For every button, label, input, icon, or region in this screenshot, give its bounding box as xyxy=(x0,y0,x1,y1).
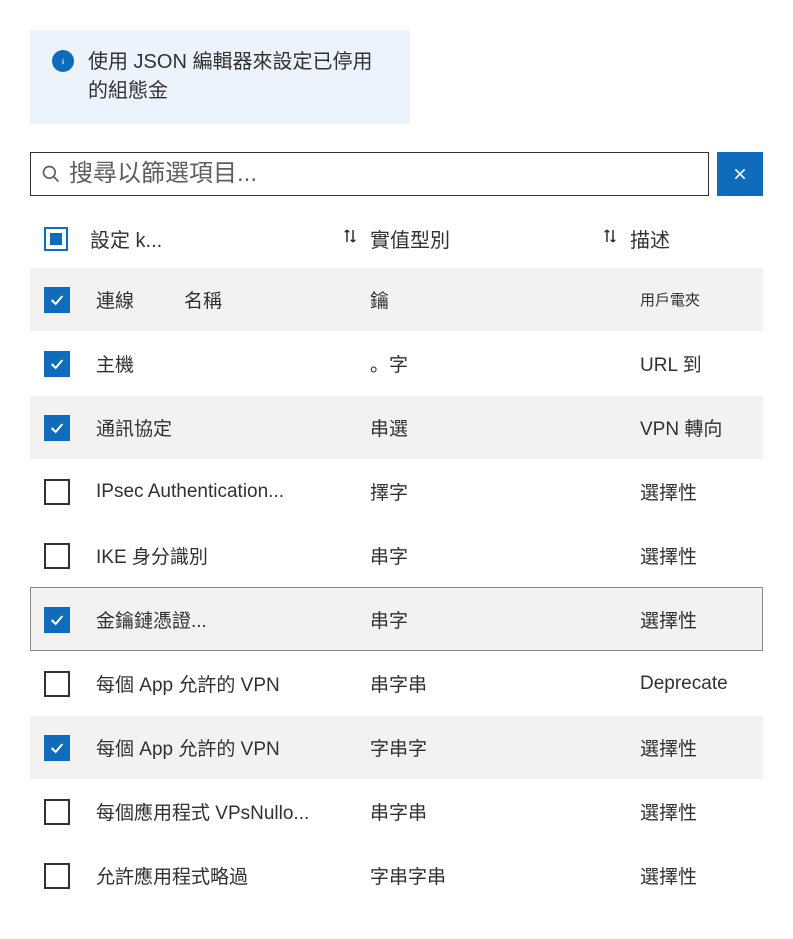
header-type-label: 實值型別 xyxy=(370,224,450,253)
row-checkbox[interactable] xyxy=(44,351,70,377)
table-row[interactable]: 每個 App 允許的 VPN 字串字選擇性 xyxy=(30,715,763,779)
table-row[interactable]: 每個 App 允許的 VPN 串字串Deprecate xyxy=(30,651,763,715)
checkbox-cell xyxy=(30,735,90,761)
info-banner-text: 使用 JSON 編輯器來設定已停用的組態金 xyxy=(88,48,388,106)
search-row xyxy=(30,152,763,196)
table-row[interactable]: IKE 身分識別 串字選擇性 xyxy=(30,523,763,587)
setting-name: 主機 xyxy=(96,350,134,377)
sort-icon xyxy=(341,227,359,250)
desc-cell: URL 到 xyxy=(640,350,763,377)
checkbox-cell xyxy=(30,863,90,889)
setting-name: 金鑰鏈憑證... xyxy=(96,606,207,633)
type-cell: 鑰 xyxy=(370,286,640,313)
info-icon xyxy=(52,50,74,72)
desc-cell: 選擇性 xyxy=(640,606,763,633)
checkbox-cell xyxy=(30,607,90,633)
header-type[interactable]: 實值型別 xyxy=(370,224,590,253)
desc-cell: 用戶電夾 xyxy=(640,289,763,310)
setting-cell: 連線 名稱 xyxy=(90,286,370,313)
table-row[interactable]: 每個應用程式 VPsNullo... 串字串選擇性 xyxy=(30,779,763,843)
setting-cell: 金鑰鏈憑證... xyxy=(90,606,370,633)
row-checkbox[interactable] xyxy=(44,287,70,313)
table-row[interactable]: 主機 。字URL 到 xyxy=(30,331,763,395)
setting-cell: 通訊協定 xyxy=(90,414,370,441)
desc-cell: VPN 轉向 xyxy=(640,414,763,441)
type-cell: 。字 xyxy=(370,350,640,377)
header-desc[interactable]: 描述 xyxy=(630,224,763,253)
desc-cell: 選擇性 xyxy=(640,734,763,761)
desc-cell: Deprecate xyxy=(640,673,763,695)
row-checkbox[interactable] xyxy=(44,735,70,761)
setting-cell: 每個 App 允許的 VPN xyxy=(90,734,370,761)
header-setting[interactable]: 設定 k... xyxy=(90,224,330,253)
header-checkbox-cell xyxy=(30,227,90,251)
select-all-checkbox[interactable] xyxy=(44,227,68,251)
row-checkbox[interactable] xyxy=(44,799,70,825)
setting-name: 通訊協定 xyxy=(96,414,172,441)
row-checkbox[interactable] xyxy=(44,863,70,889)
desc-cell: 選擇性 xyxy=(640,478,763,505)
setting-cell: 主機 xyxy=(90,350,370,377)
checkbox-cell xyxy=(30,479,90,505)
table-row[interactable]: 允許應用程式略過 字串字串選擇性 xyxy=(30,843,763,907)
search-input[interactable] xyxy=(69,160,698,188)
clear-search-button[interactable] xyxy=(717,152,763,196)
setting-cell: IKE 身分識別 xyxy=(90,542,370,569)
search-icon xyxy=(41,164,61,184)
row-checkbox[interactable] xyxy=(44,671,70,697)
table-row[interactable]: 金鑰鏈憑證... 串字選擇性 xyxy=(30,587,763,651)
setting-extra: 名稱 xyxy=(184,286,222,313)
row-checkbox[interactable] xyxy=(44,607,70,633)
header-desc-label: 描述 xyxy=(630,224,670,253)
checkbox-cell xyxy=(30,543,90,569)
checkbox-cell xyxy=(30,671,90,697)
setting-name: 每個 App 允許的 VPN xyxy=(96,670,280,697)
setting-name: 每個應用程式 VPsNullo... xyxy=(96,798,309,825)
setting-cell: 每個應用程式 VPsNullo... xyxy=(90,798,370,825)
setting-cell: IPsec Authentication... xyxy=(90,481,370,503)
setting-name: 連線 xyxy=(96,286,134,313)
type-cell: 串字 xyxy=(370,606,640,633)
type-cell: 串字串 xyxy=(370,670,640,697)
type-cell: 字串字串 xyxy=(370,862,640,889)
type-cell: 擇字 xyxy=(370,478,640,505)
checkbox-cell xyxy=(30,799,90,825)
row-checkbox[interactable] xyxy=(44,415,70,441)
type-cell: 串字 xyxy=(370,542,640,569)
type-cell: 字串字 xyxy=(370,734,640,761)
table-body: 連線 名稱 鑰用戶電夾主機 。字URL 到通訊協定 串選VPN 轉向 IPsec Auth… xyxy=(30,267,763,907)
sort-setting[interactable] xyxy=(330,227,370,250)
row-checkbox[interactable] xyxy=(44,479,70,505)
table-header: 設定 k... 實值型別 描述 xyxy=(30,210,763,267)
type-cell: 串選 xyxy=(370,414,640,441)
checkbox-cell xyxy=(30,351,90,377)
desc-cell: 選擇性 xyxy=(640,798,763,825)
sort-type[interactable] xyxy=(590,227,630,250)
checkbox-cell xyxy=(30,287,90,313)
table-row[interactable]: IPsec Authentication... 擇字選擇性 xyxy=(30,459,763,523)
desc-cell: 選擇性 xyxy=(640,542,763,569)
setting-name: 每個 App 允許的 VPN xyxy=(96,734,280,761)
row-checkbox[interactable] xyxy=(44,543,70,569)
setting-name: IPsec Authentication... xyxy=(96,481,284,503)
sort-icon xyxy=(601,227,619,250)
info-banner: 使用 JSON 編輯器來設定已停用的組態金 xyxy=(30,30,410,124)
desc-cell: 選擇性 xyxy=(640,862,763,889)
setting-name: IKE 身分識別 xyxy=(96,542,208,569)
setting-cell: 允許應用程式略過 xyxy=(90,862,370,889)
type-cell: 串字串 xyxy=(370,798,640,825)
header-setting-label: 設定 k... xyxy=(90,224,162,253)
checkbox-cell xyxy=(30,415,90,441)
setting-name: 允許應用程式略過 xyxy=(96,862,248,889)
search-box[interactable] xyxy=(30,152,709,196)
table-row[interactable]: 連線 名稱 鑰用戶電夾 xyxy=(30,267,763,331)
setting-cell: 每個 App 允許的 VPN xyxy=(90,670,370,697)
table-row[interactable]: 通訊協定 串選VPN 轉向 xyxy=(30,395,763,459)
